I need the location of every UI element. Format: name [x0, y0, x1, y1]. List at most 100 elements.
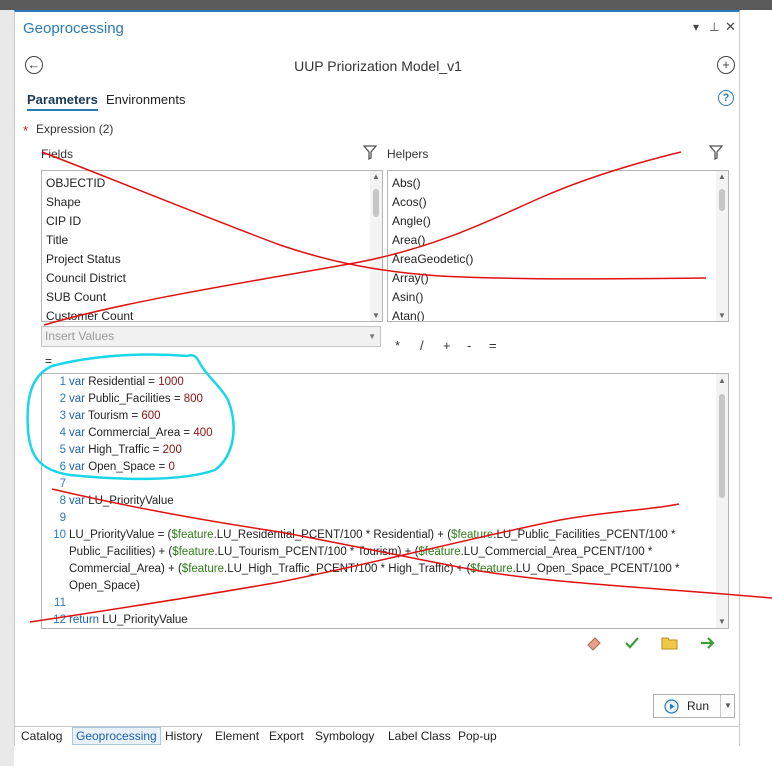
line-number: 10 — [53, 529, 66, 541]
code-token: High_Traffic — [88, 444, 150, 456]
code-line[interactable]: 10 LU_PriorityValue = ($feature.LU_Reside… — [42, 527, 675, 544]
verify-check-icon[interactable] — [624, 635, 640, 651]
close-icon[interactable]: ✕ — [725, 19, 736, 35]
tab-geoprocessing[interactable]: Geoprocessing — [72, 727, 161, 745]
open-folder-icon[interactable] — [661, 635, 679, 651]
code-keyword: var — [69, 444, 85, 456]
line-number: 9 — [59, 512, 66, 524]
helper-list-item[interactable]: Array() — [388, 269, 728, 288]
line-number: 7 — [59, 478, 66, 490]
code-number: 0 — [168, 461, 175, 473]
code-line[interactable]: 12 return LU_PriorityValue — [42, 612, 187, 628]
helper-list-item[interactable]: Acos() — [388, 193, 728, 212]
tab-catalog[interactable]: Catalog — [21, 729, 62, 743]
code-token: Commercial_Area) + ( — [69, 563, 182, 575]
code-token: Open_Space) — [69, 580, 140, 592]
code-line[interactable]: 6 var Open_Space = 0 — [42, 459, 175, 476]
helpers-list[interactable]: Abs() Acos() Angle() Area() AreaGeodetic() Ar… — [387, 170, 729, 322]
code-line[interactable]: Commercial_Area) + ($feature.LU_High_Tra… — [42, 561, 679, 578]
code-token: Public_Facilities) + ( — [69, 546, 173, 558]
helper-list-item[interactable]: Angle() — [388, 212, 728, 231]
pane-title: Geoprocessing — [23, 20, 124, 37]
field-list-item[interactable]: OBJECTID — [42, 174, 382, 193]
help-icon[interactable]: ? — [718, 90, 734, 106]
line-number: 1 — [59, 376, 66, 388]
operator-plus-button[interactable]: + — [443, 338, 451, 353]
operator-minus-button[interactable]: - — [467, 338, 471, 353]
tab-export[interactable]: Export — [269, 729, 304, 743]
field-list-item[interactable]: Project Status — [42, 250, 382, 269]
helper-list-item[interactable]: Atan() — [388, 307, 728, 321]
run-options-chevron-icon[interactable]: ▼ — [724, 701, 732, 710]
field-list-item[interactable]: SUB Count — [42, 288, 382, 307]
code-token: Public_Facilities — [88, 393, 171, 405]
code-line[interactable]: Public_Facilities) + ($feature.LU_Touris… — [42, 544, 652, 561]
field-list-item[interactable]: Shape — [42, 193, 382, 212]
code-line[interactable]: 2 var Public_Facilities = 800 — [42, 391, 203, 408]
code-keyword: var — [69, 427, 85, 439]
code-line[interactable]: Open_Space) — [42, 578, 140, 595]
line-number: 8 — [59, 495, 66, 507]
code-feature-ref: $feature — [172, 546, 215, 558]
helper-list-item[interactable]: AreaGeodetic() — [388, 250, 728, 269]
expression-label: Expression (2) — [36, 122, 114, 136]
code-token: Open_Space — [88, 461, 156, 473]
code-line[interactable]: 5 var High_Traffic = 200 — [42, 442, 182, 459]
field-list-item[interactable]: Title — [42, 231, 382, 250]
tab-symbology[interactable]: Symbology — [315, 729, 374, 743]
code-keyword: var — [69, 376, 85, 388]
code-line[interactable]: 8 var LU_PriorityValue — [42, 493, 174, 510]
line-number: 4 — [59, 427, 66, 439]
code-line[interactable]: 7 — [42, 476, 69, 493]
code-line[interactable]: 1 var Residential = 1000 — [42, 374, 184, 391]
tab-label-class[interactable]: Label Class — [388, 729, 451, 743]
tab-history[interactable]: History — [165, 729, 202, 743]
fields-filter-icon[interactable] — [363, 145, 377, 160]
helpers-scrollbar[interactable]: ▲ ▼ — [716, 171, 728, 321]
code-editor[interactable]: 1 var Residential = 1000 2 var Public_Facil… — [41, 373, 729, 629]
app-left-dock — [0, 10, 14, 766]
code-keyword: var — [69, 393, 85, 405]
line-number: 5 — [59, 444, 66, 456]
pin-icon[interactable]: ⊥ — [709, 20, 719, 34]
eraser-icon[interactable] — [585, 634, 603, 652]
required-asterisk-icon: * — [23, 123, 29, 138]
code-line[interactable]: 3 var Tourism = 600 — [42, 408, 161, 425]
add-icon[interactable]: + — [717, 56, 735, 74]
code-line[interactable]: 4 var Commercial_Area = 400 — [42, 425, 213, 442]
helper-list-item[interactable]: Asin() — [388, 288, 728, 307]
operator-multiply-button[interactable]: * — [395, 338, 400, 353]
operator-divide-button[interactable]: / — [420, 338, 424, 353]
tab-parameters[interactable]: Parameters — [27, 92, 98, 111]
tab-popup[interactable]: Pop-up — [458, 729, 497, 743]
code-feature-ref: $feature — [171, 529, 214, 541]
tab-element[interactable]: Element — [215, 729, 259, 743]
helper-list-item[interactable]: Abs() — [388, 174, 728, 193]
run-label: Run — [687, 699, 710, 713]
run-button[interactable]: Run ▼ — [653, 694, 735, 718]
code-feature-ref: $feature — [181, 563, 224, 575]
code-scrollbar[interactable]: ▲ ▼ — [716, 374, 728, 628]
insert-values-dropdown[interactable]: Insert Values ▼ — [41, 326, 381, 347]
helpers-label: Helpers — [387, 147, 429, 161]
field-list-item[interactable]: CIP ID — [42, 212, 382, 231]
field-list-item[interactable]: Council District — [42, 269, 382, 288]
pane-menu-icon[interactable]: ▾ — [693, 20, 699, 34]
field-list-item[interactable]: Customer Count — [42, 307, 382, 321]
helper-list-item[interactable]: Area() — [388, 231, 728, 250]
line-number: 6 — [59, 461, 66, 473]
tab-environments[interactable]: Environments — [106, 92, 185, 107]
chevron-down-icon: ▼ — [368, 332, 376, 341]
line-number: 2 — [59, 393, 66, 405]
geoprocessing-pane: Geoprocessing ▾ ⊥ ✕ ← UUP Priorization M… — [14, 10, 740, 747]
operator-equals-button[interactable]: = — [489, 338, 497, 353]
code-line[interactable]: 11 — [42, 595, 69, 612]
helpers-filter-icon[interactable] — [709, 145, 723, 160]
code-line[interactable]: 9 — [42, 510, 69, 527]
fields-list[interactable]: OBJECTID Shape CIP ID Title Project Status Co… — [41, 170, 383, 322]
expression-equals-label: = — [45, 354, 53, 368]
code-token: .LU_Tourism_PCENT/100 * Tourism) + ( — [214, 546, 419, 558]
export-arrow-icon[interactable] — [699, 635, 717, 651]
code-feature-ref: $feature — [418, 546, 461, 558]
fields-scrollbar[interactable]: ▲ ▼ — [370, 171, 382, 321]
